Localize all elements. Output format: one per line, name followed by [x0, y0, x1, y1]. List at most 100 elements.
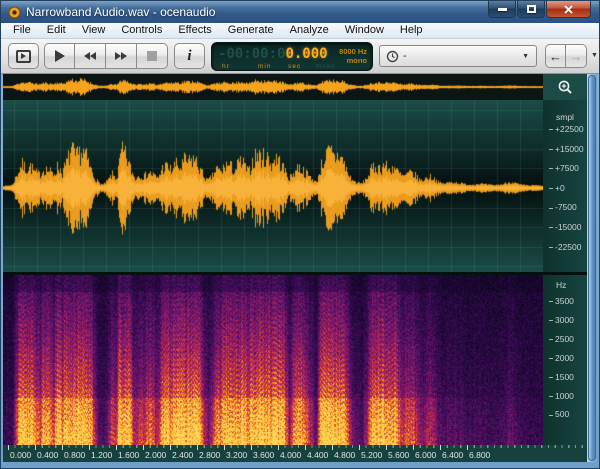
amplitude-tick: +22500: [549, 124, 584, 134]
menu-item-analyze[interactable]: Analyze: [282, 23, 337, 38]
rewind-button[interactable]: [75, 43, 106, 69]
combo-dropdown-icon: ▼: [522, 53, 529, 60]
spectrogram-view[interactable]: [3, 275, 543, 445]
time-tick-label: 4.800: [334, 450, 355, 460]
menu-item-generate[interactable]: Generate: [220, 23, 282, 38]
menu-bar: FileEditViewControlsEffectsGenerateAnaly…: [1, 23, 599, 39]
overview-canvas[interactable]: [3, 74, 543, 100]
close-button[interactable]: [546, 1, 591, 18]
time-unit-hr: hr: [222, 63, 230, 70]
time-major-tick: [467, 445, 468, 450]
time-major-tick: [197, 445, 198, 450]
info-icon: i: [187, 48, 191, 65]
time-major-tick: [8, 445, 9, 450]
menu-item-edit[interactable]: Edit: [39, 23, 74, 38]
time-major-tick: [278, 445, 279, 450]
time-unit-msec: msec: [316, 63, 336, 70]
app-window: Narrowband Audio.wav - ocenaudio FileEdi…: [0, 0, 600, 469]
time-tick-label: 1.600: [118, 450, 139, 460]
forward-button[interactable]: →: [566, 44, 587, 68]
play-icon: [55, 50, 65, 62]
time-major-tick: [35, 445, 36, 450]
nav-caret-icon[interactable]: ▼: [591, 52, 598, 59]
time-major-tick: [413, 445, 414, 450]
maximize-icon: [527, 5, 536, 13]
spectrogram-canvas[interactable]: [3, 275, 543, 445]
time-tick-label: 0.800: [64, 450, 85, 460]
frequency-unit: Hz: [556, 280, 566, 290]
menu-item-view[interactable]: View: [74, 23, 114, 38]
time-unit-sec: sec: [288, 63, 301, 70]
amplitude-tick: +15000: [549, 144, 584, 154]
frequency-tick: 1000: [549, 391, 574, 401]
title-bar: Narrowband Audio.wav - ocenaudio: [1, 1, 599, 23]
back-icon: ←: [549, 49, 562, 64]
amplitude-tick: -7500: [549, 202, 577, 212]
time-tick-label: 2.000: [145, 450, 166, 460]
time-major-tick: [359, 445, 360, 450]
time-major-tick: [143, 445, 144, 450]
frequency-tick: 3000: [549, 315, 574, 325]
time-major-tick: [440, 445, 441, 450]
clock-icon: [386, 50, 399, 63]
caption-buttons: [487, 1, 591, 18]
time-tick-label: 3.600: [253, 450, 274, 460]
play-button[interactable]: [44, 43, 75, 69]
menu-item-window[interactable]: Window: [337, 23, 392, 38]
amplitude-tick: +7500: [549, 163, 579, 173]
time-tick-label: 6.800: [469, 450, 490, 460]
time-major-tick: [89, 445, 90, 450]
menu-item-help[interactable]: Help: [392, 23, 431, 38]
minimize-button[interactable]: [488, 1, 516, 18]
time-tick-label: 4.000: [280, 450, 301, 460]
menu-item-effects[interactable]: Effects: [170, 23, 219, 38]
time-display: -00:00:00.000 hr min sec msec 8000 Hz mo…: [211, 42, 373, 71]
fast-forward-button[interactable]: [106, 43, 137, 69]
frequency-tick: 3500: [549, 296, 574, 306]
frequency-tick: 1500: [549, 372, 574, 382]
info-button[interactable]: i: [174, 43, 205, 69]
time-unit-min: min: [258, 63, 271, 70]
app-icon: [8, 6, 21, 19]
waveform-overview[interactable]: [3, 74, 543, 100]
amplitude-tick: -22500: [549, 242, 581, 252]
time-tick-label: 0.000: [10, 450, 31, 460]
amplitude-unit: smpl: [556, 112, 574, 122]
channel-mode: mono: [339, 56, 367, 65]
window-title: Narrowband Audio.wav - ocenaudio: [26, 5, 215, 19]
time-format-value: -: [403, 50, 407, 62]
back-button[interactable]: ←: [545, 44, 566, 68]
amplitude-tick: +0: [549, 183, 565, 193]
time-display-value: 0.000: [285, 46, 327, 62]
minimize-icon: [498, 8, 507, 11]
waveform-view[interactable]: [3, 100, 543, 272]
scrollbar-thumb[interactable]: [588, 75, 596, 461]
time-tick-label: 2.800: [199, 450, 220, 460]
stop-button[interactable]: [137, 43, 168, 69]
time-major-tick: [62, 445, 63, 450]
time-major-tick: [332, 445, 333, 450]
time-format-select[interactable]: - ▼: [379, 45, 537, 67]
frequency-tick: 500: [549, 409, 569, 419]
menu-item-controls[interactable]: Controls: [113, 23, 170, 38]
zoom-button[interactable]: [543, 74, 588, 100]
maximize-button[interactable]: [517, 1, 545, 18]
time-tick-label: 5.200: [361, 450, 382, 460]
transport-controls: i: [8, 43, 205, 69]
playback-group: [44, 43, 168, 69]
waveform-canvas[interactable]: [3, 100, 543, 272]
close-icon: [564, 5, 573, 14]
play-selection-button[interactable]: [8, 43, 39, 69]
history-nav: ← →: [545, 44, 587, 68]
time-tick-label: 6.000: [415, 450, 436, 460]
menu-item-file[interactable]: File: [5, 23, 39, 38]
time-tick-label: 5.600: [388, 450, 409, 460]
minor-ticks: [8, 445, 583, 448]
time-tick-label: 6.400: [442, 450, 463, 460]
vertical-scrollbar[interactable]: [587, 74, 597, 462]
toolbar: i -00:00:00.000 hr min sec msec 8000 Hz …: [1, 39, 599, 74]
frequency-tick: 2500: [549, 334, 574, 344]
time-major-tick: [305, 445, 306, 450]
time-major-tick: [116, 445, 117, 450]
time-major-tick: [386, 445, 387, 450]
